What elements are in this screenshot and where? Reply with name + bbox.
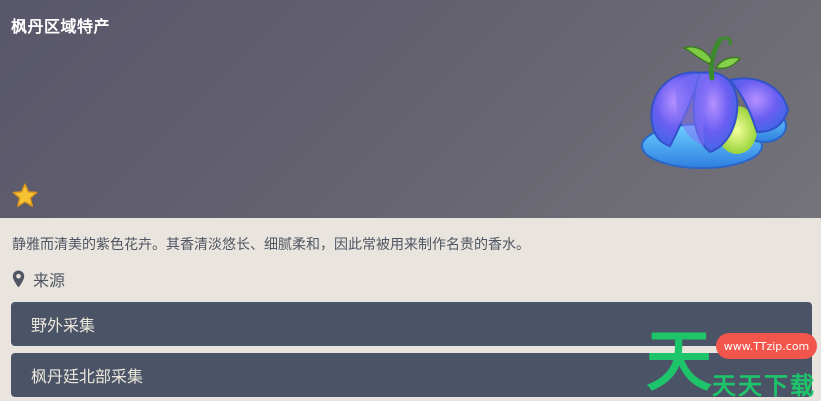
item-category-title: 枫丹区域特产 [11, 17, 111, 36]
source-item-label: 野外采集 [31, 316, 96, 335]
item-header: 枫丹区域特产 [0, 0, 821, 218]
item-image [641, 36, 790, 169]
item-description: 静雅而清美的紫色花卉。其香清淡悠长、细腻柔和，因此常被用来制作名贵的香水。 [12, 237, 530, 253]
watermark-url: www.TTzip.com [716, 333, 817, 359]
watermark-logo: 天 [646, 322, 712, 400]
source-item-label: 枫丹廷北部采集 [31, 367, 144, 386]
location-pin-icon [12, 270, 25, 288]
source-title: 来源 [33, 271, 66, 290]
source-heading: 来源 [12, 268, 65, 290]
rarity-star-icon [12, 183, 38, 207]
watermark-text: 天天下载 [712, 372, 816, 400]
